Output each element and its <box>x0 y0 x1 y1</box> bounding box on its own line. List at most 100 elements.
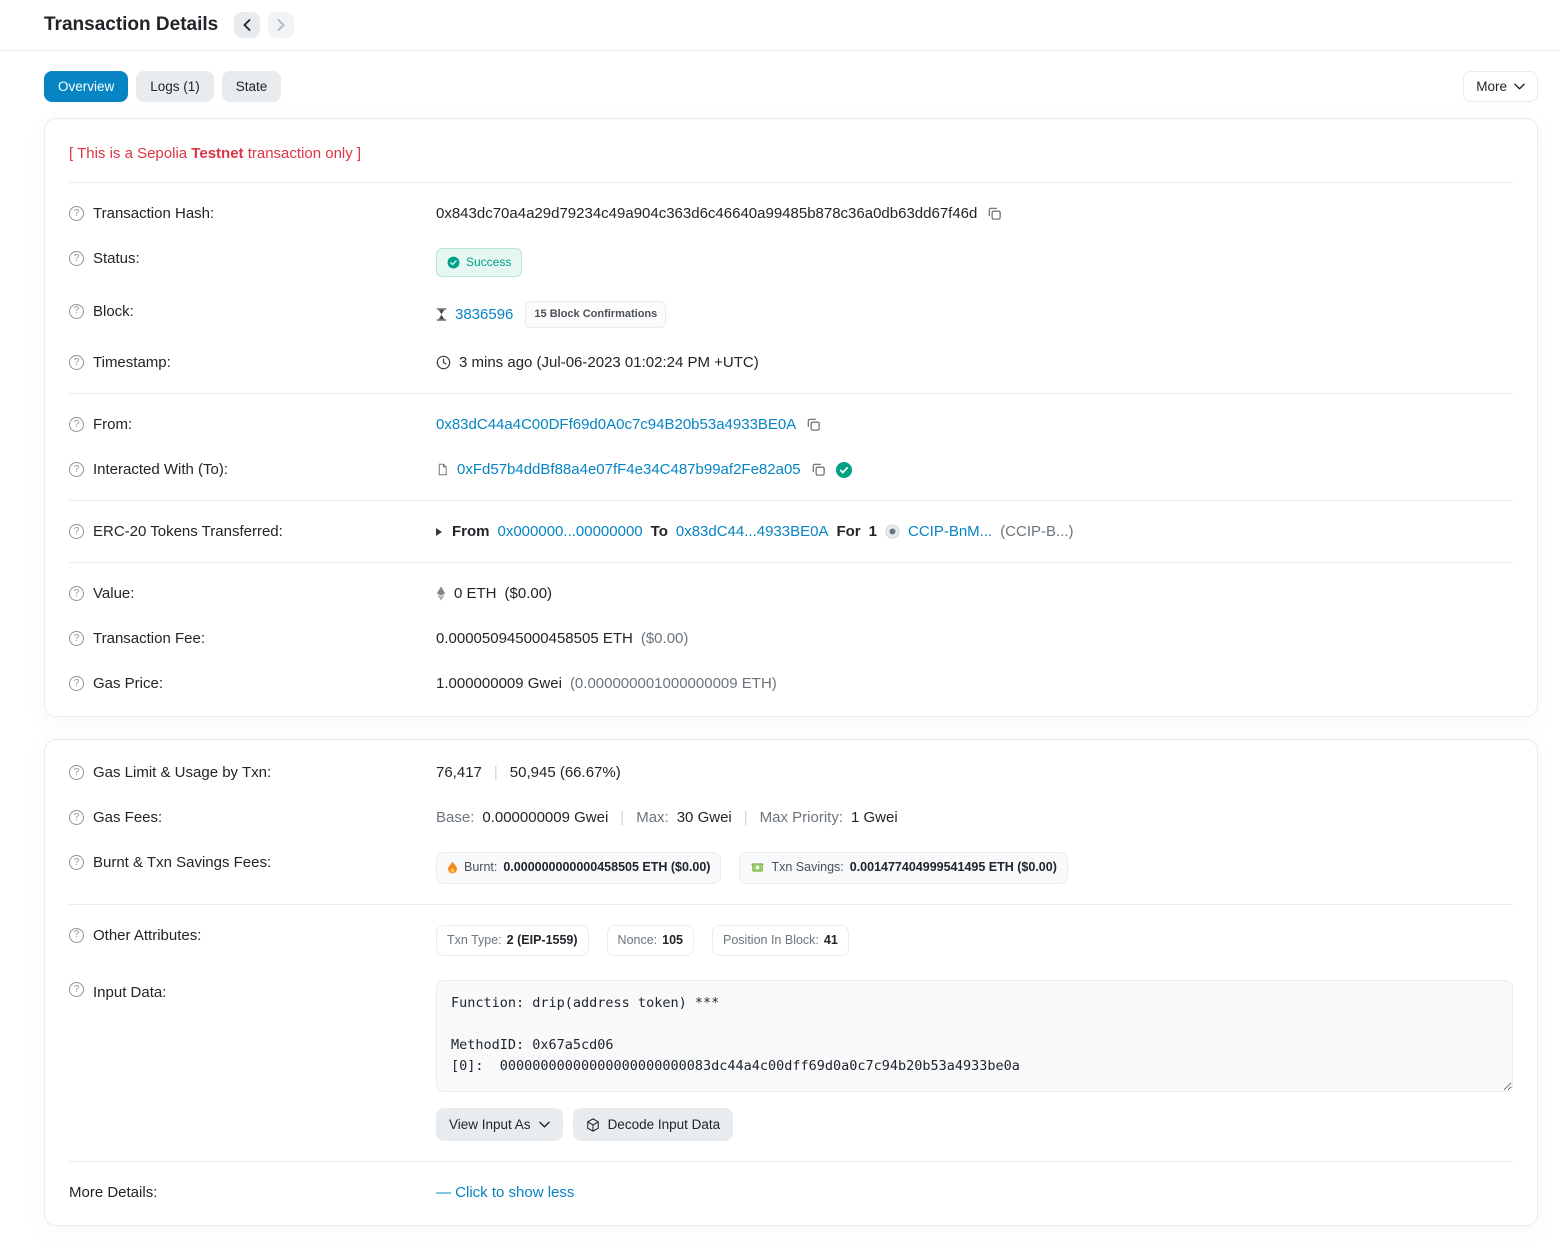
tab-overview[interactable]: Overview <box>44 71 128 102</box>
flame-icon <box>447 861 458 874</box>
prev-transaction-button[interactable] <box>234 12 260 38</box>
notice-pre: [ This is a Sepolia <box>69 145 191 162</box>
page-title: Transaction Details <box>44 14 218 36</box>
row-gas-limit: ? Gas Limit & Usage by Txn: 76,417 | 50,… <box>69 750 1513 795</box>
gas-limit-value: 76,417 <box>436 762 482 783</box>
help-icon[interactable]: ? <box>69 304 84 319</box>
details-card: ? Gas Limit & Usage by Txn: 76,417 | 50,… <box>44 739 1538 1226</box>
help-icon[interactable]: ? <box>69 855 84 870</box>
other-attributes-label: Other Attributes: <box>93 925 201 946</box>
divider <box>69 500 1513 501</box>
transaction-fee-usd: ($0.00) <box>641 628 689 649</box>
erc20-label: ERC-20 Tokens Transferred: <box>93 521 283 542</box>
help-icon[interactable]: ? <box>69 982 84 997</box>
from-label: From: <box>93 414 132 435</box>
tab-state[interactable]: State <box>222 71 282 102</box>
verified-check-icon <box>836 462 852 478</box>
status-badge: Success <box>436 248 522 277</box>
help-icon[interactable]: ? <box>69 810 84 825</box>
row-other-attributes: ? Other Attributes: Txn Type: 2 (EIP-155… <box>69 913 1513 969</box>
chevron-right-icon <box>277 19 285 31</box>
gas-fees-label: Gas Fees: <box>93 807 162 828</box>
divider <box>69 393 1513 394</box>
input-data-actions: View Input As Decode Input Data <box>436 1108 1513 1141</box>
money-wings-icon <box>750 862 765 873</box>
row-value: ? Value: 0 ETH ($0.00) <box>69 571 1513 616</box>
help-icon[interactable]: ? <box>69 928 84 943</box>
block-confirmations-badge: 15 Block Confirmations <box>525 301 666 328</box>
divider <box>69 1161 1513 1162</box>
erc20-for-word: For <box>836 521 860 542</box>
savings-badge-label: Txn Savings: <box>771 859 843 877</box>
help-icon[interactable]: ? <box>69 355 84 370</box>
page-header: Transaction Details <box>0 0 1560 51</box>
help-icon[interactable]: ? <box>69 251 84 266</box>
tab-bar: Overview Logs (1) State More <box>0 51 1560 118</box>
block-number-link[interactable]: 3836596 <box>455 304 513 325</box>
next-transaction-button[interactable] <box>268 12 294 38</box>
notice-post: transaction only ] <box>244 145 362 162</box>
erc20-amount: 1 <box>869 521 877 542</box>
row-input-data: ? Input Data: Function: drip(address tok… <box>69 968 1513 1153</box>
divider <box>69 182 1513 183</box>
notice-bold: Testnet <box>191 145 243 162</box>
burnt-badge-label: Burnt: <box>464 859 497 877</box>
decode-input-data-label: Decode Input Data <box>608 1117 721 1132</box>
position-label: Position In Block: <box>723 932 819 950</box>
expand-caret-icon[interactable] <box>436 528 442 536</box>
chevron-down-icon <box>1514 83 1525 90</box>
help-icon[interactable]: ? <box>69 206 84 221</box>
timestamp-label: Timestamp: <box>93 352 171 373</box>
token-icon <box>885 524 900 539</box>
more-dropdown-button[interactable]: More <box>1463 71 1538 102</box>
value-usd: ($0.00) <box>505 583 553 604</box>
gas-price-label: Gas Price: <box>93 673 163 694</box>
erc20-from-address-link[interactable]: 0x000000...00000000 <box>498 521 643 542</box>
max-priority-label: Max Priority: <box>760 807 843 828</box>
help-icon[interactable]: ? <box>69 524 84 539</box>
transaction-fee-label: Transaction Fee: <box>93 628 205 649</box>
to-address-link[interactable]: 0xFd57b4ddBf88a4e07fF4e34C487b99af2Fe82a… <box>457 459 801 480</box>
hourglass-icon <box>436 308 447 321</box>
copy-icon[interactable] <box>804 417 823 432</box>
overview-card: [ This is a Sepolia Testnet transaction … <box>44 118 1538 717</box>
nonce-value: 105 <box>662 932 683 950</box>
help-icon[interactable]: ? <box>69 417 84 432</box>
block-label: Block: <box>93 301 134 322</box>
burnt-fee-badge: Burnt: 0.000000000000458505 ETH ($0.00) <box>436 852 721 884</box>
divider <box>69 904 1513 905</box>
eth-diamond-icon <box>436 586 446 601</box>
copy-icon[interactable] <box>985 206 1004 221</box>
input-data-textarea[interactable]: Function: drip(address token) *** Method… <box>436 980 1513 1092</box>
help-icon[interactable]: ? <box>69 586 84 601</box>
decode-input-data-button[interactable]: Decode Input Data <box>573 1108 734 1141</box>
tab-logs[interactable]: Logs (1) <box>136 71 214 102</box>
row-interacted-with: ? Interacted With (To): 0xFd57b4ddBf88a4… <box>69 447 1513 492</box>
position-in-block-badge: Position In Block: 41 <box>712 925 849 957</box>
row-burnt-savings: ? Burnt & Txn Savings Fees: Burnt: 0.000… <box>69 840 1513 896</box>
txn-savings-badge: Txn Savings: 0.001477404999541495 ETH ($… <box>739 852 1067 884</box>
txn-type-label: Txn Type: <box>447 932 502 950</box>
gas-used-value: 50,945 (66.67%) <box>510 762 621 783</box>
token-name-link[interactable]: CCIP-BnM... <box>908 521 992 542</box>
from-address-link[interactable]: 0x83dC44a4C00DFf69d0A0c7c94B20b53a4933BE… <box>436 414 796 435</box>
txn-type-value: 2 (EIP-1559) <box>507 932 578 950</box>
max-fee-value: 30 Gwei <box>677 807 732 828</box>
max-priority-value: 1 Gwei <box>851 807 898 828</box>
view-input-as-button[interactable]: View Input As <box>436 1108 563 1141</box>
savings-badge-value: 0.001477404999541495 ETH ($0.00) <box>850 859 1057 877</box>
help-icon[interactable]: ? <box>69 765 84 780</box>
help-icon[interactable]: ? <box>69 631 84 646</box>
divider <box>69 562 1513 563</box>
transaction-hash-label: Transaction Hash: <box>93 203 214 224</box>
show-less-link[interactable]: — Click to show less <box>436 1182 574 1203</box>
max-fee-label: Max: <box>636 807 669 828</box>
timestamp-value: 3 mins ago (Jul-06-2023 01:02:24 PM +UTC… <box>459 352 759 373</box>
row-status: ? Status: Success <box>69 236 1513 289</box>
erc20-to-address-link[interactable]: 0x83dC44...4933BE0A <box>676 521 829 542</box>
position-value: 41 <box>824 932 838 950</box>
help-icon[interactable]: ? <box>69 676 84 691</box>
help-icon[interactable]: ? <box>69 462 84 477</box>
status-badge-text: Success <box>466 254 511 271</box>
copy-icon[interactable] <box>809 462 828 477</box>
